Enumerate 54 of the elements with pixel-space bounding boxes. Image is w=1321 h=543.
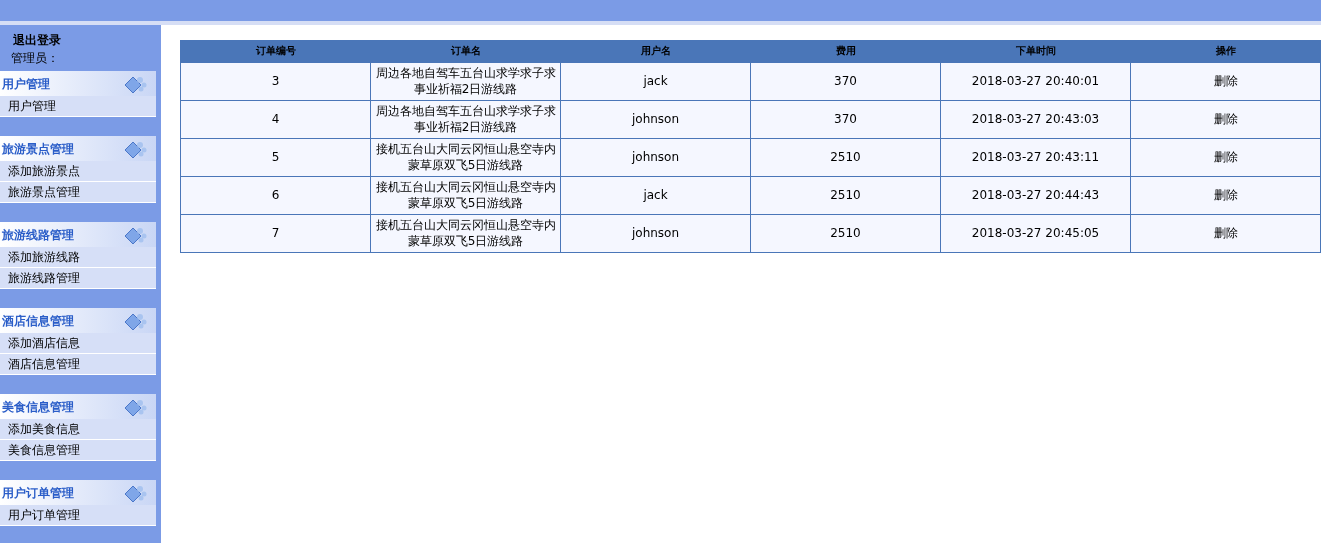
table-cell: jack — [560, 176, 751, 214]
column-header: 操作 — [1130, 40, 1321, 62]
table-cell: 2510 — [750, 214, 941, 252]
table-cell: johnson — [560, 100, 751, 138]
table-cell: 接机五台山大同云冈恒山悬空寺内蒙草原双飞5日游线路 — [370, 214, 561, 252]
delete-link[interactable]: 删除 — [1130, 138, 1321, 176]
menu-item[interactable]: 旅游景点管理 — [0, 182, 156, 203]
menu-item[interactable]: 添加旅游景点 — [0, 161, 156, 182]
delete-link[interactable]: 删除 — [1130, 62, 1321, 100]
menu-item[interactable]: 添加旅游线路 — [0, 247, 156, 268]
table-cell: 接机五台山大同云冈恒山悬空寺内蒙草原双飞5日游线路 — [370, 138, 561, 176]
column-header: 下单时间 — [940, 40, 1131, 62]
table-cell: 周边各地自驾车五台山求学求子求事业祈福2日游线路 — [370, 62, 561, 100]
table-cell: johnson — [560, 214, 751, 252]
table-cell: 周边各地自驾车五台山求学求子求事业祈福2日游线路 — [370, 100, 561, 138]
table-cell: 2018-03-27 20:40:01 — [940, 62, 1131, 100]
table-cell: 2018-03-27 20:43:03 — [940, 100, 1131, 138]
column-header: 费用 — [750, 40, 941, 62]
menu-item[interactable]: 添加美食信息 — [0, 419, 156, 440]
table-cell: 370 — [750, 62, 941, 100]
table-cell: 4 — [180, 100, 371, 138]
table-cell: 6 — [180, 176, 371, 214]
table-cell: 370 — [750, 100, 941, 138]
column-header: 订单编号 — [180, 40, 371, 62]
admin-label: 管理员： — [11, 50, 60, 67]
menu-item[interactable]: 添加酒店信息 — [0, 333, 156, 354]
logout-link[interactable]: 退出登录 — [13, 31, 161, 49]
table-cell: 2018-03-27 20:44:43 — [940, 176, 1131, 214]
menu-group-header[interactable]: 用户订单管理 — [0, 480, 156, 505]
table-cell: 3 — [180, 62, 371, 100]
table-cell: 7 — [180, 214, 371, 252]
table-cell: 接机五台山大同云冈恒山悬空寺内蒙草原双飞5日游线路 — [370, 176, 561, 214]
table-cell: 2510 — [750, 176, 941, 214]
menu-item[interactable]: 酒店信息管理 — [0, 354, 156, 375]
delete-link[interactable]: 删除 — [1130, 214, 1321, 252]
menu-group-header[interactable]: 酒店信息管理 — [0, 308, 156, 333]
table-cell: 5 — [180, 138, 371, 176]
table-cell: 2018-03-27 20:43:11 — [940, 138, 1131, 176]
table-cell: 2510 — [750, 138, 941, 176]
delete-link[interactable]: 删除 — [1130, 100, 1321, 138]
table-cell: johnson — [560, 138, 751, 176]
menu-group-header[interactable]: 美食信息管理 — [0, 394, 156, 419]
table-cell: jack — [560, 62, 751, 100]
menu-group-header[interactable]: 旅游线路管理 — [0, 222, 156, 247]
menu-item[interactable]: 用户管理 — [0, 96, 156, 117]
menu-item[interactable]: 用户订单管理 — [0, 505, 156, 526]
column-header: 订单名 — [370, 40, 561, 62]
table-cell: 2018-03-27 20:45:05 — [940, 214, 1131, 252]
menu-item[interactable]: 美食信息管理 — [0, 440, 156, 461]
menu-group-header[interactable]: 旅游景点管理 — [0, 136, 156, 161]
menu-group-header[interactable]: 用户管理 — [0, 71, 156, 96]
menu-item[interactable]: 旅游线路管理 — [0, 268, 156, 289]
delete-link[interactable]: 删除 — [1130, 176, 1321, 214]
column-header: 用户名 — [560, 40, 751, 62]
